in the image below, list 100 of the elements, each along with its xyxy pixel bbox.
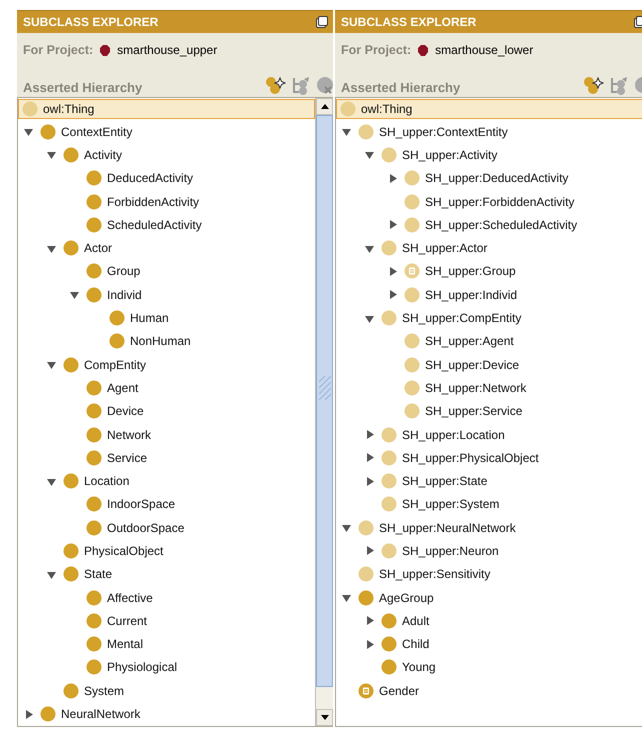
expand-triangle-icon[interactable] [364,476,375,487]
tree-item[interactable]: ForbiddenActivity [18,190,315,214]
collapse-triangle-icon[interactable] [46,149,57,160]
class-icon [86,403,102,420]
expand-triangle-icon[interactable] [387,289,398,300]
tree-item[interactable]: SH_upper:ScheduledActivity [336,213,642,236]
project-icon [99,44,112,56]
tree-item[interactable]: Network [18,422,315,446]
restore-window-icon[interactable] [315,15,329,29]
tree-item[interactable]: System [18,679,315,702]
class-icon [381,542,397,559]
tree-item[interactable]: SH_upper:Actor [336,236,642,260]
expand-triangle-icon[interactable] [364,638,375,650]
tree-item[interactable]: Activity [18,143,315,167]
collapse-triangle-icon[interactable] [46,359,57,370]
expand-triangle-icon[interactable] [364,615,375,626]
scroll-down-icon[interactable] [320,714,330,721]
defined-class-icon [358,682,374,699]
tree-item[interactable]: SH_upper:Neuron [336,539,642,563]
expand-triangle-icon[interactable] [364,429,375,440]
collapse-triangle-icon[interactable] [364,149,375,160]
tree-item[interactable]: Service [18,446,315,470]
class-icon [109,310,125,326]
expand-triangle-icon[interactable] [23,708,34,720]
tree-item[interactable]: Agent [18,376,315,400]
tree-item[interactable]: Adult [336,609,642,633]
class-icon [404,403,420,420]
class-icon [86,216,102,233]
tree-item[interactable]: SH_upper:Individ [336,283,642,306]
tree-item[interactable]: SH_upper:PhysicalObject [336,446,642,470]
tree-item[interactable]: OutdoorSpace [18,516,315,540]
tree-item[interactable]: SH_upper:Sensitivity [336,562,642,586]
expand-triangle-icon[interactable] [364,452,375,464]
collapse-triangle-icon[interactable] [23,126,34,138]
tree-item[interactable]: CompEntity [18,352,315,376]
tree-item[interactable]: SH_upper:ForbiddenActivity [336,190,642,214]
tree-item[interactable]: Affective [18,586,315,610]
expand-triangle-icon[interactable] [387,219,398,230]
project-label: For Project: [23,43,94,57]
class-icon [381,612,397,629]
tree-item[interactable]: Child [336,632,642,656]
tree-item[interactable]: SH_upper:Device [336,352,642,376]
tree-item[interactable]: ScheduledActivity [18,213,315,236]
tree-row[interactable]: owl:Thing [336,99,642,119]
expand-triangle-icon[interactable] [364,545,375,556]
tree-item[interactable]: NonHuman [18,330,315,353]
scrollbar[interactable] [315,98,333,726]
expand-triangle-icon[interactable] [387,266,398,277]
class-icon [40,124,56,140]
class-icon [63,542,79,559]
tree-item[interactable]: NeuralNetwork [18,702,315,726]
tree-item[interactable]: SH_upper:State [336,469,642,493]
create-class-icon[interactable] [265,76,286,95]
project-name: smarthouse_lower [435,43,534,57]
tree-item[interactable]: Physiological [18,656,315,680]
tree-item[interactable]: ContextEntity [18,120,315,144]
tree-row[interactable]: owl:Thing [18,99,315,119]
tree-item[interactable]: Group [18,260,315,284]
tree-item[interactable]: Young [336,656,642,680]
tree-item[interactable]: PhysicalObject [18,539,315,563]
tree-item[interactable]: SH_upper:Activity [336,143,642,167]
class-icon [86,170,102,186]
tree-item[interactable]: SH_upper:Agent [336,330,642,353]
class-icon [86,263,102,280]
tree-item[interactable]: Device [18,400,315,423]
tree-item[interactable]: Human [18,306,315,330]
tree-item[interactable]: Current [18,609,315,633]
tree-item[interactable]: State [18,562,315,586]
tree-item[interactable]: SH_upper:ContextEntity [336,120,642,144]
scroll-up-icon[interactable] [320,103,330,110]
collapse-triangle-icon[interactable] [341,522,352,534]
tree-item[interactable]: DeducedActivity [18,166,315,190]
expand-triangle-icon[interactable] [387,172,398,184]
class-icon [404,356,420,373]
tree-item[interactable]: SH_upper:Group [336,260,642,284]
create-class-icon[interactable] [583,76,604,95]
tree-item[interactable]: IndoorSpace [18,492,315,516]
grip-icon[interactable] [318,376,330,400]
class-icon [86,520,102,536]
tree-item[interactable]: SH_upper:DeducedActivity [336,166,642,190]
tree-item[interactable]: SH_upper:NeuralNetwork [336,516,642,540]
delete-class-icon[interactable] [316,76,333,95]
tree-item[interactable]: SH_upper:System [336,492,642,516]
tree-item[interactable]: AgeGroup [336,586,642,610]
collapse-triangle-icon[interactable] [341,126,352,138]
collapse-triangle-icon[interactable] [341,592,352,604]
tree-item[interactable]: SH_upper:Location [336,422,642,446]
tree-item[interactable]: Mental [18,632,315,656]
class-icon [381,426,397,442]
tree-view[interactable] [335,97,642,727]
tree-item[interactable]: SH_upper:Service [336,400,642,423]
tree-item[interactable]: SH_upper:Network [336,376,642,400]
tree-item[interactable]: Individ [18,283,315,306]
collapse-triangle-icon[interactable] [69,289,80,300]
tree-item[interactable]: Actor [18,236,315,260]
tree-item[interactable]: SH_upper:CompEntity [336,306,642,330]
class-icon [381,240,397,256]
tree-item[interactable]: Location [18,469,315,493]
tree-item[interactable]: Gender [336,679,642,702]
project-icon [417,44,430,56]
